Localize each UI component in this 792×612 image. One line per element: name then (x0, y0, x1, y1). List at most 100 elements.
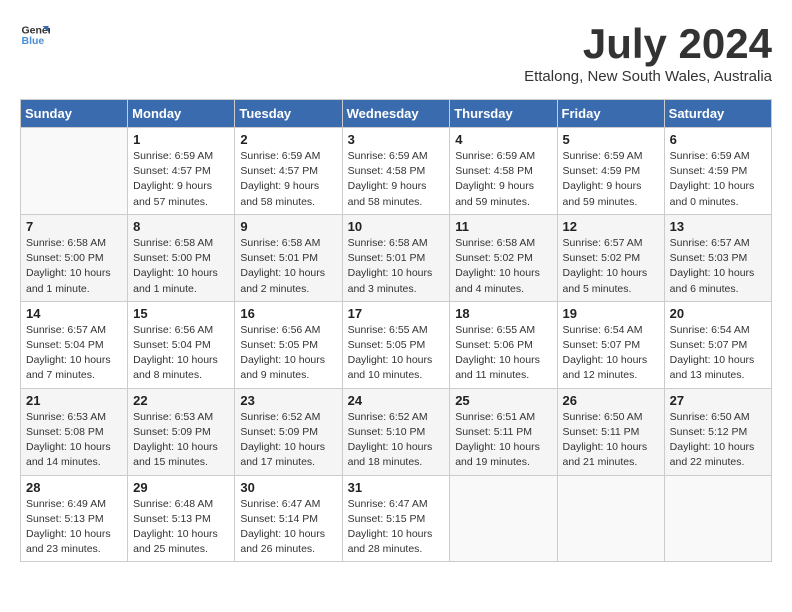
calendar-day-cell: 13 Sunrise: 6:57 AM Sunset: 5:03 PM Dayli… (664, 214, 771, 301)
day-number: 31 (348, 480, 445, 495)
calendar-day-cell: 2 Sunrise: 6:59 AM Sunset: 4:57 PM Daylig… (235, 128, 342, 215)
calendar-week-row: 14 Sunrise: 6:57 AM Sunset: 5:04 PM Dayli… (21, 301, 772, 388)
calendar-day-cell: 30 Sunrise: 6:47 AM Sunset: 5:14 PM Dayli… (235, 475, 342, 562)
logo: General Blue (20, 20, 50, 50)
calendar-day-cell: 3 Sunrise: 6:59 AM Sunset: 4:58 PM Daylig… (342, 128, 450, 215)
calendar-header-cell: Sunday (21, 100, 128, 128)
day-number: 20 (670, 306, 766, 321)
calendar-day-cell: 11 Sunrise: 6:58 AM Sunset: 5:02 PM Dayli… (450, 214, 557, 301)
day-info: Sunrise: 6:53 AM Sunset: 5:08 PM Dayligh… (26, 410, 122, 471)
calendar-day-cell: 7Sunrise: 6:58 AM Sunset: 5:00 PM Daylig… (21, 214, 128, 301)
calendar-week-row: 21 Sunrise: 6:53 AM Sunset: 5:08 PM Dayli… (21, 388, 772, 475)
day-number: 8 (133, 219, 229, 234)
svg-text:Blue: Blue (22, 35, 45, 47)
calendar-day-cell: 18 Sunrise: 6:55 AM Sunset: 5:06 PM Dayli… (450, 301, 557, 388)
day-number: 29 (133, 480, 229, 495)
day-number: 5 (563, 132, 659, 147)
day-number: 9 (240, 219, 336, 234)
calendar-day-cell: 20 Sunrise: 6:54 AM Sunset: 5:07 PM Dayli… (664, 301, 771, 388)
day-number: 3 (348, 132, 445, 147)
day-number: 21 (26, 393, 122, 408)
calendar-day-cell: 19 Sunrise: 6:54 AM Sunset: 5:07 PM Dayli… (557, 301, 664, 388)
calendar-day-cell: 6Sunrise: 6:59 AM Sunset: 4:59 PM Daylig… (664, 128, 771, 215)
day-number: 22 (133, 393, 229, 408)
day-info: Sunrise: 6:47 AM Sunset: 5:15 PM Dayligh… (348, 497, 445, 558)
day-info: Sunrise: 6:55 AM Sunset: 5:06 PM Dayligh… (455, 323, 551, 384)
calendar-day-cell: 22 Sunrise: 6:53 AM Sunset: 5:09 PM Dayli… (128, 388, 235, 475)
day-info: Sunrise: 6:51 AM Sunset: 5:11 PM Dayligh… (455, 410, 551, 471)
day-number: 25 (455, 393, 551, 408)
day-number: 11 (455, 219, 551, 234)
day-info: Sunrise: 6:54 AM Sunset: 5:07 PM Dayligh… (670, 323, 766, 384)
day-number: 23 (240, 393, 336, 408)
calendar-day-cell (664, 475, 771, 562)
day-info: Sunrise: 6:57 AM Sunset: 5:03 PM Dayligh… (670, 236, 766, 297)
calendar-header-cell: Tuesday (235, 100, 342, 128)
day-number: 18 (455, 306, 551, 321)
day-info: Sunrise: 6:57 AM Sunset: 5:04 PM Dayligh… (26, 323, 122, 384)
calendar-day-cell: 12Sunrise: 6:57 AM Sunset: 5:02 PM Dayli… (557, 214, 664, 301)
day-info: Sunrise: 6:59 AM Sunset: 4:57 PM Dayligh… (133, 149, 229, 210)
calendar-header-cell: Saturday (664, 100, 771, 128)
day-info: Sunrise: 6:53 AM Sunset: 5:09 PM Dayligh… (133, 410, 229, 471)
day-info: Sunrise: 6:55 AM Sunset: 5:05 PM Dayligh… (348, 323, 445, 384)
day-info: Sunrise: 6:58 AM Sunset: 5:01 PM Dayligh… (240, 236, 336, 297)
calendar-week-row: 1Sunrise: 6:59 AM Sunset: 4:57 PM Daylig… (21, 128, 772, 215)
calendar-day-cell: 4 Sunrise: 6:59 AM Sunset: 4:58 PM Daylig… (450, 128, 557, 215)
calendar-day-cell: 14 Sunrise: 6:57 AM Sunset: 5:04 PM Dayli… (21, 301, 128, 388)
day-info: Sunrise: 6:59 AM Sunset: 4:58 PM Dayligh… (455, 149, 551, 210)
day-info: Sunrise: 6:52 AM Sunset: 5:09 PM Dayligh… (240, 410, 336, 471)
day-number: 10 (348, 219, 445, 234)
day-info: Sunrise: 6:56 AM Sunset: 5:05 PM Dayligh… (240, 323, 336, 384)
day-info: Sunrise: 6:58 AM Sunset: 5:00 PM Dayligh… (133, 236, 229, 297)
calendar-header-cell: Monday (128, 100, 235, 128)
calendar-day-cell: 10 Sunrise: 6:58 AM Sunset: 5:01 PM Dayli… (342, 214, 450, 301)
calendar-day-cell: 9 Sunrise: 6:58 AM Sunset: 5:01 PM Daylig… (235, 214, 342, 301)
calendar-day-cell: 1Sunrise: 6:59 AM Sunset: 4:57 PM Daylig… (128, 128, 235, 215)
day-info: Sunrise: 6:47 AM Sunset: 5:14 PM Dayligh… (240, 497, 336, 558)
calendar-week-row: 28Sunrise: 6:49 AM Sunset: 5:13 PM Dayli… (21, 475, 772, 562)
calendar-day-cell: 27 Sunrise: 6:50 AM Sunset: 5:12 PM Dayli… (664, 388, 771, 475)
day-info: Sunrise: 6:50 AM Sunset: 5:11 PM Dayligh… (563, 410, 659, 471)
calendar-week-row: 7Sunrise: 6:58 AM Sunset: 5:00 PM Daylig… (21, 214, 772, 301)
day-info: Sunrise: 6:48 AM Sunset: 5:13 PM Dayligh… (133, 497, 229, 558)
day-number: 14 (26, 306, 122, 321)
day-info: Sunrise: 6:49 AM Sunset: 5:13 PM Dayligh… (26, 497, 122, 558)
calendar-day-cell (450, 475, 557, 562)
day-info: Sunrise: 6:50 AM Sunset: 5:12 PM Dayligh… (670, 410, 766, 471)
calendar-day-cell: 26Sunrise: 6:50 AM Sunset: 5:11 PM Dayli… (557, 388, 664, 475)
day-info: Sunrise: 6:54 AM Sunset: 5:07 PM Dayligh… (563, 323, 659, 384)
day-number: 16 (240, 306, 336, 321)
day-info: Sunrise: 6:56 AM Sunset: 5:04 PM Dayligh… (133, 323, 229, 384)
day-number: 2 (240, 132, 336, 147)
calendar-day-cell: 31 Sunrise: 6:47 AM Sunset: 5:15 PM Dayli… (342, 475, 450, 562)
calendar-day-cell: 24 Sunrise: 6:52 AM Sunset: 5:10 PM Dayli… (342, 388, 450, 475)
calendar-header-cell: Thursday (450, 100, 557, 128)
calendar-header-cell: Friday (557, 100, 664, 128)
day-info: Sunrise: 6:59 AM Sunset: 4:57 PM Dayligh… (240, 149, 336, 210)
calendar-table: SundayMondayTuesdayWednesdayThursdayFrid… (20, 99, 772, 562)
day-info: Sunrise: 6:57 AM Sunset: 5:02 PM Dayligh… (563, 236, 659, 297)
day-number: 4 (455, 132, 551, 147)
calendar-day-cell: 5 Sunrise: 6:59 AM Sunset: 4:59 PM Daylig… (557, 128, 664, 215)
day-info: Sunrise: 6:59 AM Sunset: 4:59 PM Dayligh… (563, 149, 659, 210)
calendar-header-row: SundayMondayTuesdayWednesdayThursdayFrid… (21, 100, 772, 128)
subtitle: Ettalong, New South Wales, Australia (524, 68, 772, 85)
day-info: Sunrise: 6:59 AM Sunset: 4:59 PM Dayligh… (670, 149, 766, 210)
day-number: 19 (563, 306, 659, 321)
calendar-day-cell (21, 128, 128, 215)
title-block: July 2024 Ettalong, New South Wales, Aus… (524, 20, 772, 95)
day-info: Sunrise: 6:59 AM Sunset: 4:58 PM Dayligh… (348, 149, 445, 210)
day-info: Sunrise: 6:52 AM Sunset: 5:10 PM Dayligh… (348, 410, 445, 471)
day-number: 13 (670, 219, 766, 234)
day-info: Sunrise: 6:58 AM Sunset: 5:02 PM Dayligh… (455, 236, 551, 297)
day-info: Sunrise: 6:58 AM Sunset: 5:00 PM Dayligh… (26, 236, 122, 297)
calendar-day-cell (557, 475, 664, 562)
page-wrapper: General Blue July 2024 Ettalong, New Sou… (20, 20, 772, 562)
day-number: 24 (348, 393, 445, 408)
day-number: 27 (670, 393, 766, 408)
calendar-day-cell: 21 Sunrise: 6:53 AM Sunset: 5:08 PM Dayli… (21, 388, 128, 475)
calendar-day-cell: 28Sunrise: 6:49 AM Sunset: 5:13 PM Dayli… (21, 475, 128, 562)
day-number: 30 (240, 480, 336, 495)
day-info: Sunrise: 6:58 AM Sunset: 5:01 PM Dayligh… (348, 236, 445, 297)
